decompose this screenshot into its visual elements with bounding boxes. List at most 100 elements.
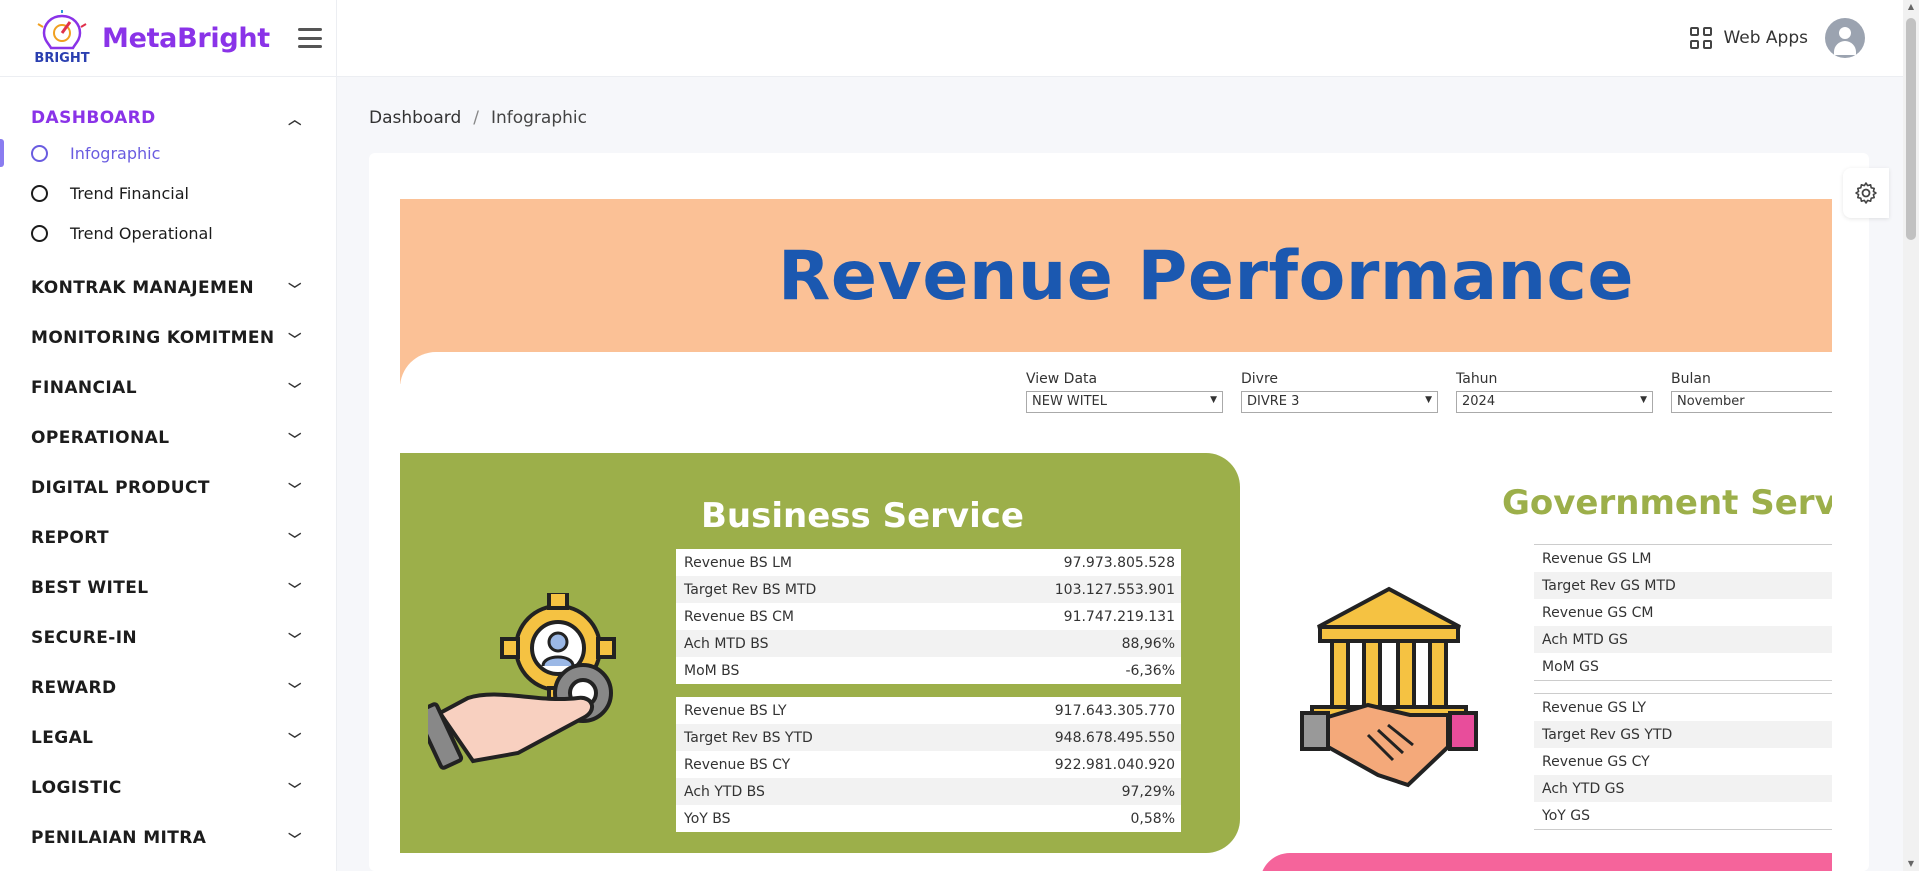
- kpi-label: YoY BS: [684, 810, 731, 827]
- sidebar-section-penilaian-mitra[interactable]: PENILAIAN MITRA ﹀: [0, 813, 336, 863]
- sidebar-section-kontrak-manajemen[interactable]: KONTRAK MANAJEMEN ﹀: [0, 263, 336, 313]
- section-label: REWARD: [31, 678, 117, 698]
- kpi-value: 88,96%: [939, 630, 1181, 657]
- menu-toggle-icon[interactable]: [297, 28, 322, 48]
- sidebar-section-digital-product[interactable]: DIGITAL PRODUCT ﹀: [0, 463, 336, 513]
- table-row: MoM BS -6,36%: [676, 657, 1181, 684]
- table-row: Ach MTD GS: [1534, 626, 1832, 653]
- kpi-label: Ach YTD BS: [676, 778, 937, 805]
- sidebar-section-reward[interactable]: REWARD ﹀: [0, 663, 336, 713]
- kpi-value: [1808, 626, 1832, 653]
- user-avatar[interactable]: [1825, 18, 1865, 58]
- table-row: YoY BS 0,58%: [676, 805, 1181, 832]
- section-label: DIGITAL PRODUCT: [31, 478, 210, 498]
- kpi-label: Revenue GS LM: [1542, 550, 1652, 567]
- sidebar-item-trend-operational[interactable]: Trend Operational: [0, 213, 336, 253]
- kpi-label: Target Rev BS YTD: [676, 724, 937, 751]
- chevron-down-icon: ﹀: [288, 832, 302, 848]
- chevron-down-icon: ﹀: [288, 782, 302, 798]
- page-scrollbar[interactable]: ▲ ▼: [1903, 0, 1919, 871]
- table-row: Target Rev BS YTD 948.678.495.550: [676, 724, 1181, 751]
- web-apps-label: Web Apps: [1723, 28, 1808, 48]
- kpi-label: Ach YTD GS: [1534, 775, 1808, 802]
- government-handshake-icon: [1300, 586, 1478, 788]
- breadcrumb-root[interactable]: Dashboard: [369, 108, 461, 128]
- table-row: Ach MTD BS 88,96%: [676, 630, 1181, 657]
- logo-wordmark: BRIGHT: [34, 51, 89, 66]
- table-row: Target Rev GS MTD: [1534, 572, 1832, 599]
- grid-icon: [1690, 27, 1713, 49]
- gear-icon: [1855, 182, 1877, 204]
- sidebar-section-dashboard[interactable]: DASHBOARD ︿: [0, 103, 336, 133]
- kpi-label: Target Rev BS MTD: [676, 576, 940, 603]
- tahun-select[interactable]: 2024: [1456, 391, 1653, 413]
- sidebar-section-legal[interactable]: LEGAL ﹀: [0, 713, 336, 763]
- sidebar-section-logistic[interactable]: LOGISTIC ﹀: [0, 763, 336, 813]
- sidebar-section-operational[interactable]: OPERATIONAL ﹀: [0, 413, 336, 463]
- sidebar-item-label: Trend Financial: [70, 183, 189, 203]
- chevron-down-icon: ﹀: [288, 482, 302, 498]
- chevron-down-icon: ﹀: [288, 682, 302, 698]
- sidebar-item-infographic[interactable]: Infographic: [0, 133, 336, 173]
- sidebar-section-monitoring-komitmen[interactable]: MONITORING KOMITMEN ﹀: [0, 313, 336, 363]
- kpi-label: MoM BS: [684, 662, 740, 679]
- kpi-label: YoY GS: [1542, 807, 1590, 824]
- section-label: PENILAIAN MITRA: [31, 828, 207, 848]
- sidebar-section-financial[interactable]: FINANCIAL ﹀: [0, 363, 336, 413]
- table-row: Revenue BS CM 91.747.219.131: [676, 603, 1181, 630]
- metabright-logo[interactable]: BRIGHT: [32, 10, 92, 66]
- filter-view-data: View Data NEW WITEL: [1026, 371, 1241, 413]
- scroll-down-icon[interactable]: ▼: [1903, 857, 1919, 871]
- section-label: LOGISTIC: [31, 778, 122, 798]
- breadcrumb: Dashboard / Infographic: [369, 108, 587, 128]
- kpi-value: [1808, 653, 1832, 680]
- filter-divre: Divre DIVRE 3: [1241, 371, 1456, 413]
- web-apps-button[interactable]: Web Apps: [1690, 27, 1808, 49]
- kpi-value: [1808, 545, 1832, 572]
- user-icon-head: [1839, 27, 1851, 39]
- kpi-label: Target Rev GS MTD: [1534, 572, 1809, 599]
- viz-title: Revenue Performance: [778, 237, 1634, 316]
- section-label: KONTRAK MANAJEMEN: [31, 278, 254, 298]
- gs-yearly-table: Revenue GS LY Target Rev GS YTD Revenue GS…: [1534, 694, 1832, 829]
- filter-label: Bulan: [1671, 371, 1711, 387]
- filter-bulan: Bulan November: [1671, 371, 1832, 413]
- sidebar-item-trend-financial[interactable]: Trend Financial: [0, 173, 336, 213]
- kpi-value: 0,58%: [1130, 810, 1175, 827]
- filter-label: Divre: [1241, 371, 1279, 387]
- sidebar: BRIGHT MetaBright DASHBOARD ︿ Infographi…: [0, 0, 337, 871]
- scroll-thumb[interactable]: [1906, 18, 1916, 240]
- sidebar-section-secure-in[interactable]: SECURE-IN ﹀: [0, 613, 336, 663]
- section-label: MONITORING KOMITMEN: [31, 328, 275, 348]
- next-panel-header: [1260, 853, 1832, 871]
- breadcrumb-separator: /: [473, 108, 479, 128]
- sidebar-section-best-witel[interactable]: BEST WITEL ﹀: [0, 563, 336, 613]
- kpi-label: Revenue BS LM: [684, 554, 792, 571]
- sidebar-section-report[interactable]: REPORT ﹀: [0, 513, 336, 563]
- section-label: REPORT: [31, 528, 109, 548]
- dashboard-submenu: Infographic Trend Financial Trend Operat…: [0, 133, 336, 253]
- chevron-down-icon: ﹀: [288, 582, 302, 598]
- table-row: Revenue GS CM: [1534, 599, 1832, 626]
- breadcrumb-current: Infographic: [490, 108, 587, 128]
- filter-label: View Data: [1026, 371, 1098, 387]
- kpi-value: [1808, 572, 1832, 599]
- table-row: Revenue BS LY 917.643.305.770: [676, 697, 1181, 724]
- chevron-down-icon: ﹀: [288, 632, 302, 648]
- scroll-up-icon[interactable]: ▲: [1903, 0, 1919, 14]
- table-row: Ach YTD GS: [1534, 775, 1832, 802]
- settings-gear-button[interactable]: [1843, 168, 1889, 218]
- bulan-select[interactable]: November: [1671, 391, 1832, 413]
- kpi-label: Ach MTD BS: [676, 630, 940, 657]
- government-service-title: Government Service: [1502, 483, 1832, 523]
- divre-select[interactable]: DIVRE 3: [1241, 391, 1438, 413]
- bs-monthly-table: Revenue BS LM 97.973.805.528 Target Rev BS…: [676, 549, 1181, 684]
- section-label: LEGAL: [31, 728, 94, 748]
- table-row: Revenue BS LM 97.973.805.528: [676, 549, 1181, 576]
- kpi-value: [1807, 694, 1832, 721]
- filter-label: Tahun: [1456, 371, 1498, 387]
- table-row: MoM GS: [1534, 653, 1832, 680]
- view-data-select[interactable]: NEW WITEL: [1026, 391, 1223, 413]
- kpi-value: 948.678.495.550: [936, 724, 1181, 751]
- chevron-down-icon: ﹀: [288, 332, 302, 348]
